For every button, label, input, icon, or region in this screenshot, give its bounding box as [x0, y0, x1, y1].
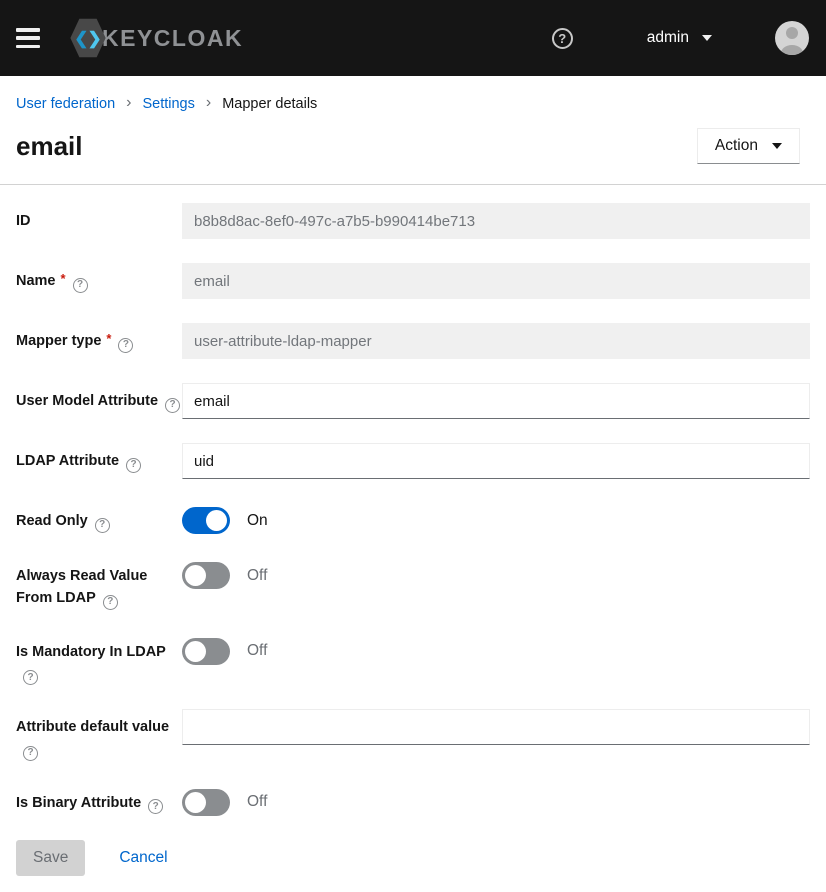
help-icon[interactable]	[552, 28, 573, 49]
field-label-is-mandatory: Is Mandatory In LDAP	[16, 634, 182, 686]
toggle-knob	[206, 510, 227, 531]
form-row-user-model-attribute: User Model Attribute	[16, 383, 810, 419]
toggle-knob	[185, 792, 206, 813]
toggle-state-label: Off	[247, 793, 267, 811]
page-title: email	[16, 131, 83, 162]
field-label-attribute-default-value: Attribute default value	[16, 709, 182, 761]
help-circle-icon[interactable]	[23, 746, 38, 761]
field-label-mapper-type: Mapper type*	[16, 323, 182, 353]
required-marker: *	[61, 271, 66, 286]
form-row-is-mandatory: Is Mandatory In LDAP Off	[16, 634, 810, 686]
user-model-attribute-field[interactable]	[182, 383, 810, 419]
always-read-value-toggle[interactable]	[182, 562, 230, 589]
toggle-knob	[185, 641, 206, 662]
brand-text: KEYCLOAK	[102, 25, 243, 52]
help-circle-icon[interactable]	[95, 518, 110, 533]
field-label-is-binary-attribute: Is Binary Attribute	[16, 785, 182, 815]
help-circle-icon[interactable]	[118, 338, 133, 353]
field-label-id: ID	[16, 203, 182, 232]
form-row-attribute-default-value: Attribute default value	[16, 709, 810, 761]
avatar[interactable]	[775, 21, 809, 55]
form-actions: Save Cancel	[0, 840, 826, 876]
action-dropdown-label: Action	[715, 137, 758, 155]
hamburger-menu-icon[interactable]	[16, 28, 40, 48]
masthead-right: admin	[552, 21, 809, 55]
name-field[interactable]	[182, 263, 810, 299]
toggle-state-label: Off	[247, 567, 267, 585]
field-label-name: Name*	[16, 263, 182, 293]
help-circle-icon[interactable]	[148, 799, 163, 814]
help-circle-icon[interactable]	[73, 278, 88, 293]
mapper-type-field[interactable]	[182, 323, 810, 359]
username: admin	[647, 29, 689, 47]
field-label-user-model-attribute: User Model Attribute	[16, 383, 182, 413]
breadcrumb-mapper-details: Mapper details	[222, 96, 317, 112]
cancel-button[interactable]: Cancel	[119, 849, 167, 867]
help-circle-icon[interactable]	[103, 595, 118, 610]
form-row-mapper-type: Mapper type*	[16, 323, 810, 359]
read-only-toggle[interactable]	[182, 507, 230, 534]
caret-down-icon	[702, 35, 712, 41]
toggle-knob	[185, 565, 206, 586]
field-label-read-only: Read Only	[16, 503, 182, 533]
form-row-is-binary-attribute: Is Binary Attribute Off	[16, 785, 810, 816]
form-row-always-read-value: Always Read Value From LDAP Off	[16, 558, 810, 610]
form-row-name: Name*	[16, 263, 810, 299]
ldap-attribute-field[interactable]	[182, 443, 810, 479]
caret-down-icon	[772, 143, 782, 149]
field-label-always-read-value: Always Read Value From LDAP	[16, 558, 182, 610]
toggle-state-label: Off	[247, 642, 267, 660]
toggle-state-label: On	[247, 512, 268, 530]
is-binary-attribute-toggle[interactable]	[182, 789, 230, 816]
id-field[interactable]	[182, 203, 810, 239]
action-dropdown-button[interactable]: Action	[697, 128, 800, 164]
help-circle-icon[interactable]	[23, 670, 38, 685]
is-mandatory-toggle[interactable]	[182, 638, 230, 665]
breadcrumb-user-federation[interactable]: User federation	[16, 96, 115, 112]
breadcrumb: User federation Settings Mapper details	[0, 76, 826, 118]
form-row-ldap-attribute: LDAP Attribute	[16, 443, 810, 479]
breadcrumb-settings[interactable]: Settings	[142, 96, 194, 112]
keycloak-logo[interactable]: ❮❯ KEYCLOAK	[70, 18, 243, 58]
required-marker: *	[106, 331, 111, 346]
field-label-ldap-attribute: LDAP Attribute	[16, 443, 182, 473]
help-circle-icon[interactable]	[126, 458, 141, 473]
page-header: email Action	[0, 118, 826, 184]
mapper-details-form: ID Name* Mapper type* User Model Attribu…	[0, 185, 826, 816]
form-row-id: ID	[16, 203, 810, 239]
attribute-default-value-field[interactable]	[182, 709, 810, 745]
breadcrumb-separator-icon	[126, 96, 131, 112]
save-button[interactable]: Save	[16, 840, 85, 876]
form-row-read-only: Read Only On	[16, 503, 810, 534]
help-circle-icon[interactable]	[165, 398, 180, 413]
user-dropdown[interactable]: admin	[647, 29, 712, 47]
keycloak-hexagon-icon: ❮❯	[70, 18, 106, 58]
masthead: ❮❯ KEYCLOAK admin	[0, 0, 826, 76]
breadcrumb-separator-icon	[206, 96, 211, 112]
